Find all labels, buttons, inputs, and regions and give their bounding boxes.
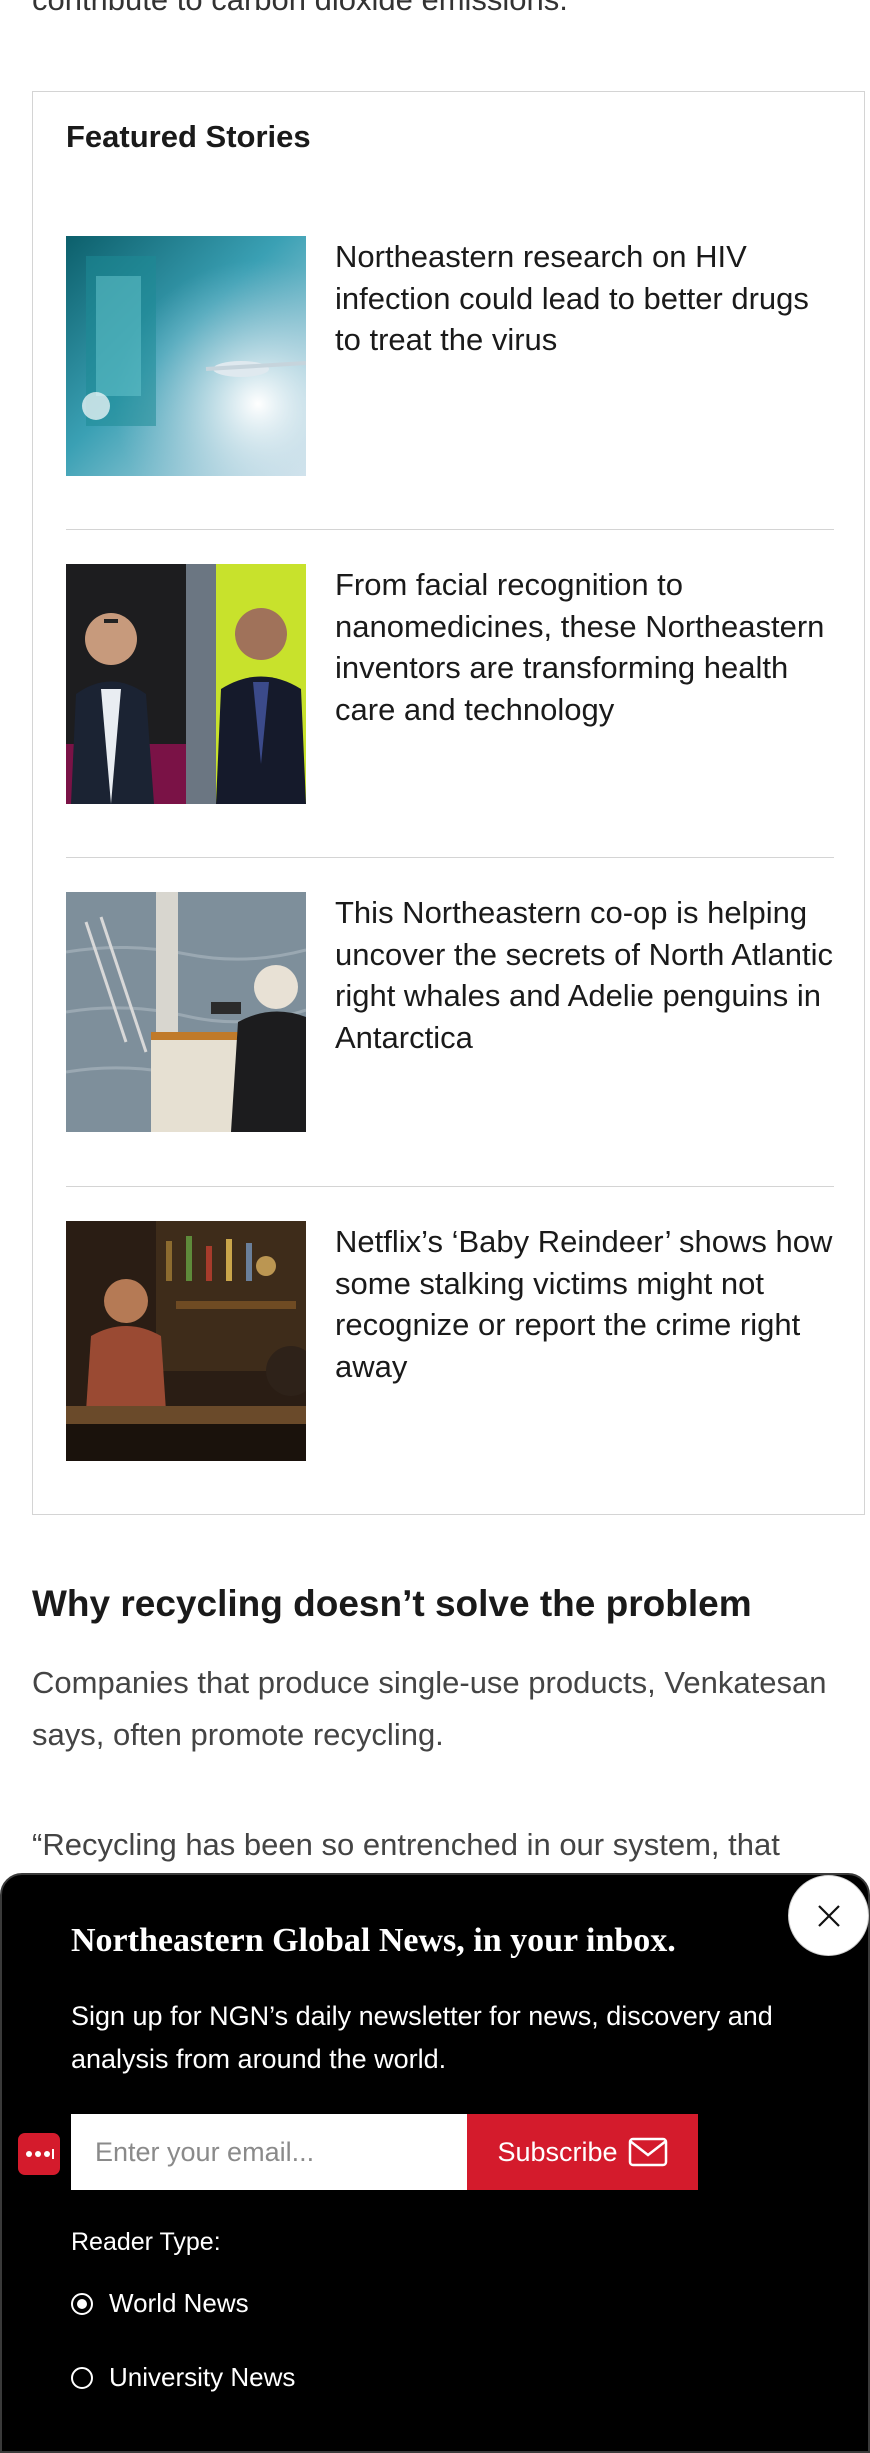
subscribe-button[interactable]: Subscribe: [467, 2114, 698, 2190]
story-thumbnail-baby-reindeer[interactable]: [66, 1221, 306, 1461]
story-thumbnail-lab[interactable]: [66, 236, 306, 476]
story-divider: [66, 1186, 834, 1187]
radio-button[interactable]: [71, 2292, 93, 2315]
side-tab-button[interactable]: [18, 2133, 60, 2175]
article-paragraph: “Recycling has been so entrenched in our…: [32, 1827, 780, 1862]
radio-button[interactable]: [71, 2366, 93, 2389]
featured-story-4[interactable]: Netflix’s ‘Baby Reindeer’ shows how some…: [66, 1221, 834, 1461]
subscribe-button-label: Subscribe: [497, 2136, 618, 2167]
story-thumbnail-inventors[interactable]: [66, 564, 306, 804]
radio-option-university-news[interactable]: University News: [71, 2362, 295, 2393]
close-newsletter-button[interactable]: [788, 1875, 869, 1956]
section-heading: Why recycling doesn’t solve the problem: [32, 1583, 752, 1624]
newsletter-heading: Northeastern Global News, in your inbox.: [71, 1922, 676, 1959]
story-divider: [66, 857, 834, 858]
radio-label: University News: [109, 2362, 296, 2392]
story-title-4[interactable]: Netflix’s ‘Baby Reindeer’ shows how some…: [335, 1221, 835, 1387]
story-title-3[interactable]: This Northeastern co-op is helping uncov…: [335, 892, 835, 1058]
story-title-1[interactable]: Northeastern research on HIV infection c…: [335, 236, 835, 361]
more-dots-icon: [26, 2149, 54, 2159]
story-thumbnail-whales[interactable]: [66, 892, 306, 1132]
featured-story-3[interactable]: This Northeastern co-op is helping uncov…: [66, 892, 834, 1132]
reader-type-label: Reader Type:: [71, 2228, 221, 2256]
newsletter-description: Sign up for NGN’s daily newsletter for n…: [71, 2001, 773, 2074]
email-input[interactable]: [71, 2114, 467, 2190]
article-intro-fragment: contribute to carbon dioxide emissions.: [32, 0, 842, 20]
story-title-2[interactable]: From facial recognition to nanomedicines…: [335, 564, 835, 730]
radio-label: World News: [109, 2288, 249, 2318]
close-icon: [817, 1904, 840, 1927]
envelope-icon: [628, 2137, 667, 2167]
radio-option-world-news[interactable]: World News: [71, 2288, 249, 2319]
featured-story-1[interactable]: Northeastern research on HIV infection c…: [66, 236, 834, 476]
featured-story-2[interactable]: From facial recognition to nanomedicines…: [66, 564, 834, 804]
featured-stories-title: Featured Stories: [66, 119, 311, 154]
story-divider: [66, 529, 834, 530]
article-paragraph: Companies that produce single-use produc…: [32, 1665, 827, 1752]
